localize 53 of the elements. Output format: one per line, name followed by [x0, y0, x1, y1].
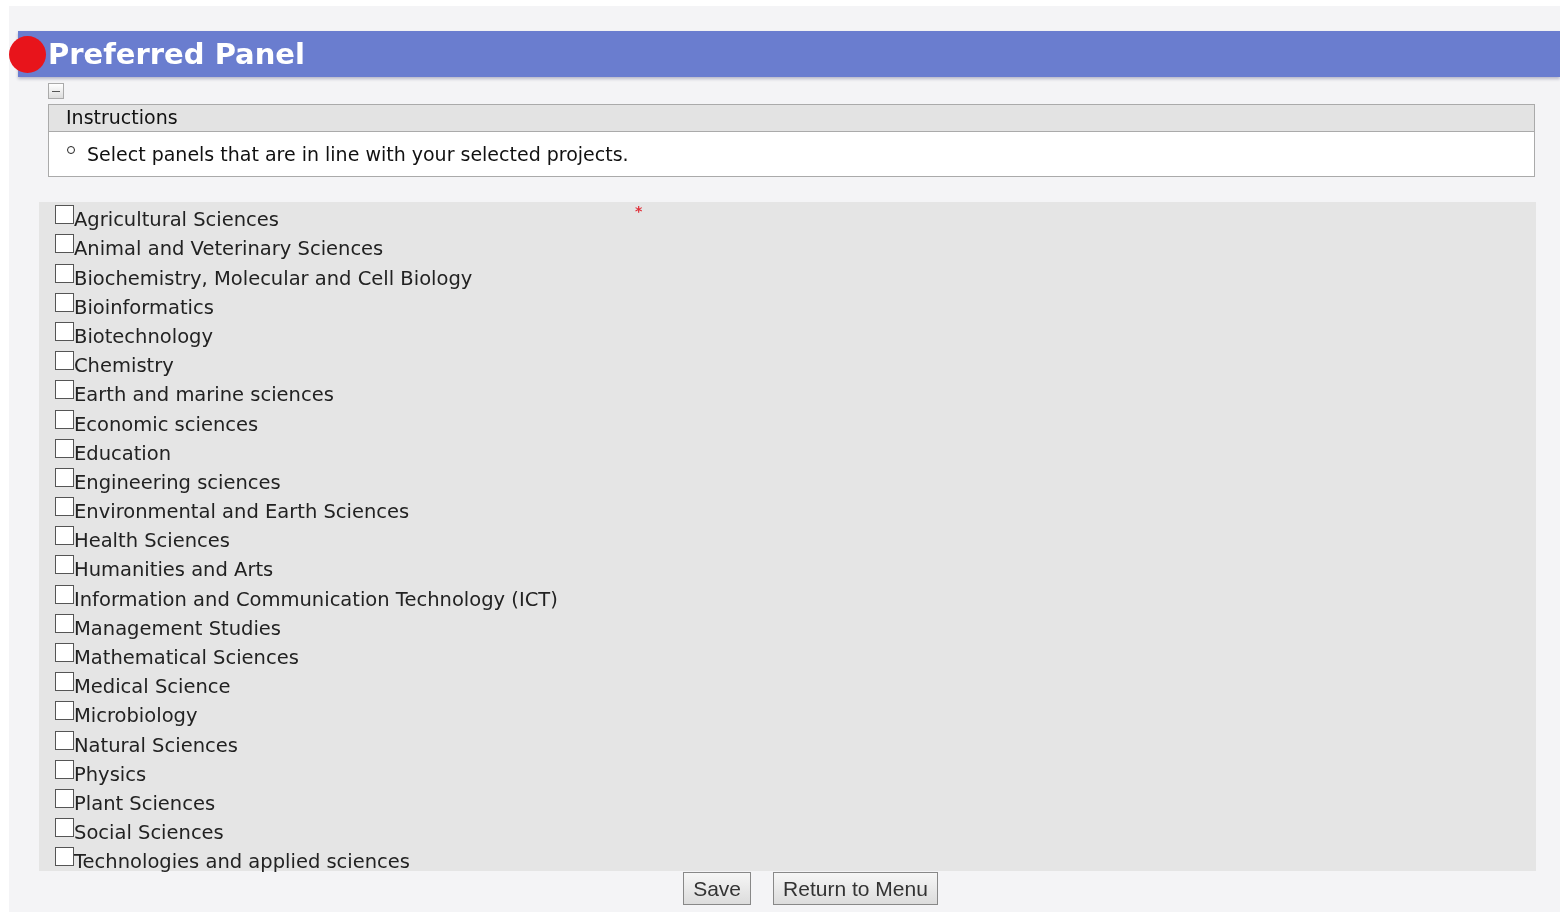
collapse-toggle[interactable] [48, 83, 64, 99]
page-title: Preferred Panel [48, 37, 305, 71]
checkbox-label[interactable]: Humanities and Arts [74, 557, 274, 584]
checkbox[interactable] [55, 526, 74, 546]
checkbox-label[interactable]: Environmental and Earth Sciences [74, 499, 410, 526]
checkbox-label[interactable]: Agricultural Sciences [74, 207, 279, 234]
checkbox-label[interactable]: Medical Science [74, 674, 231, 701]
checkbox-label[interactable]: Technologies and applied sciences [74, 849, 410, 876]
checkbox-label[interactable]: Animal and Veterinary Sciences [74, 236, 384, 263]
checkbox[interactable] [55, 438, 74, 458]
checkbox-label[interactable]: Economic sciences [74, 411, 259, 438]
checkbox-label[interactable]: Chemistry [74, 353, 174, 380]
checkbox[interactable] [55, 555, 74, 575]
checkbox[interactable] [55, 701, 74, 721]
required-mark: * [635, 203, 643, 219]
checkbox-label[interactable]: Microbiology [74, 703, 198, 730]
checkbox[interactable] [55, 643, 74, 662]
checkbox-label[interactable]: Bioinformatics [74, 294, 214, 321]
return-to-menu-button[interactable]: Return to Menu [773, 872, 938, 905]
checkbox-label[interactable]: Biotechnology [74, 323, 213, 350]
checkbox[interactable] [55, 234, 74, 254]
checkbox[interactable] [55, 730, 74, 750]
checkbox[interactable] [55, 292, 74, 312]
checkbox[interactable] [55, 788, 74, 808]
checkbox[interactable] [55, 584, 74, 604]
checkbox-label[interactable]: Social Sciences [74, 820, 224, 847]
save-button[interactable]: Save [683, 872, 752, 905]
instructions-heading: Instructions [49, 105, 1534, 132]
checkbox-label[interactable]: Engineering sciences [74, 469, 281, 496]
checkbox[interactable] [55, 672, 74, 692]
checkbox[interactable] [55, 321, 74, 341]
checkbox[interactable] [55, 613, 74, 633]
checkbox[interactable] [55, 380, 74, 400]
checkbox[interactable] [55, 759, 74, 779]
checkbox[interactable] [55, 847, 74, 867]
checkbox-label[interactable]: Mathematical Sciences [74, 645, 299, 671]
checkbox[interactable] [55, 205, 74, 225]
checkbox-label[interactable]: Information and Communication Technology (ICT) [74, 586, 558, 613]
checkbox[interactable] [55, 467, 74, 487]
checkbox[interactable] [55, 263, 74, 283]
checkbox-label[interactable]: Earth and marine sciences [74, 382, 334, 409]
checkbox-label[interactable]: Natural Sciences [74, 732, 238, 759]
checkbox[interactable] [55, 818, 74, 838]
checkbox-label[interactable]: Health Sciences [74, 528, 230, 555]
instruction-text: Select panels that are in line with your selected projects. [87, 143, 629, 165]
checkbox[interactable] [55, 497, 74, 517]
checkbox-label[interactable]: Plant Sciences [74, 790, 216, 817]
checkbox-label[interactable]: Management Studies [74, 615, 281, 642]
checkbox-label[interactable]: Physics [74, 761, 147, 788]
checkbox-label[interactable]: Biochemistry, Molecular and Cell Biology [74, 265, 473, 292]
checkbox[interactable] [55, 409, 74, 429]
checkbox-label[interactable]: Education [74, 440, 172, 467]
checkbox[interactable] [55, 351, 74, 371]
